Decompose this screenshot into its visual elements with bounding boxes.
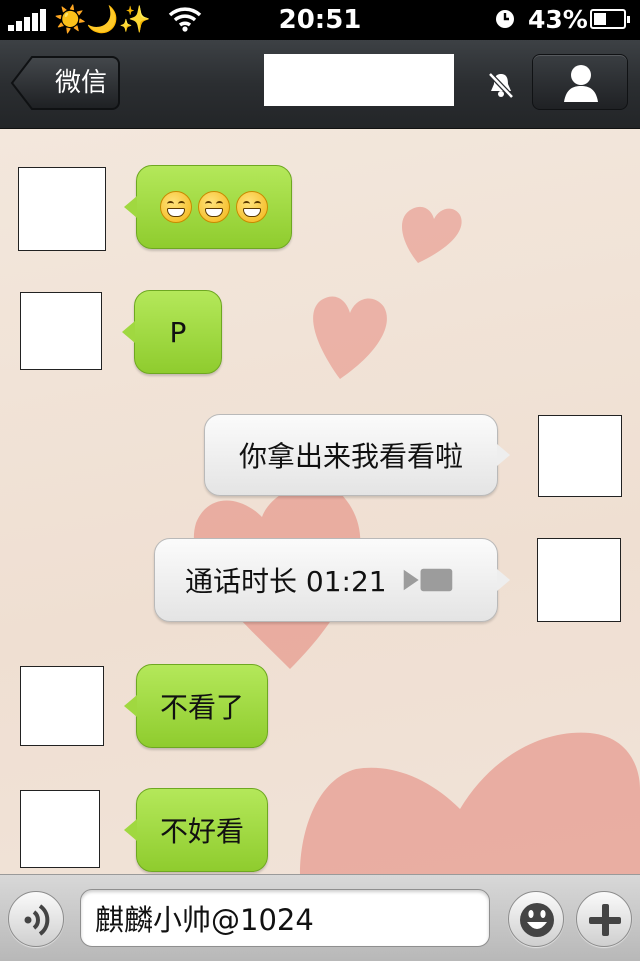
- nav-bar: 微信: [0, 40, 640, 129]
- more-button[interactable]: [576, 891, 632, 947]
- contact-avatar[interactable]: [20, 666, 104, 746]
- grinning-face-icon: [198, 191, 230, 223]
- message-text: 不看了: [159, 691, 244, 724]
- message-bubble[interactable]: P: [122, 290, 222, 374]
- profile-button[interactable]: [532, 54, 628, 110]
- back-button-label: 微信: [54, 68, 107, 98]
- chat-title-redacted: [264, 54, 454, 106]
- my-avatar[interactable]: [538, 415, 622, 497]
- chat-area[interactable]: P 你拿出来我看看啦 通话时长 01:21 不看了 不好看: [0, 129, 640, 874]
- message-bubble-outgoing[interactable]: 你拿出来我看看啦: [204, 414, 510, 496]
- video-call-icon: [403, 568, 452, 592]
- plus-icon: [589, 904, 621, 936]
- contact-avatar[interactable]: [20, 790, 100, 868]
- contact-avatar[interactable]: [18, 167, 106, 251]
- message-text: 不好看: [159, 815, 244, 848]
- smiley-icon: [520, 903, 554, 937]
- message-bubble[interactable]: 不好看: [124, 788, 268, 872]
- contact-avatar[interactable]: [20, 292, 102, 370]
- profile-icon: [564, 65, 598, 102]
- message-input[interactable]: [80, 889, 490, 947]
- input-bar: [0, 874, 640, 961]
- battery-icon: [590, 9, 630, 29]
- message-bubble[interactable]: 不看了: [124, 664, 268, 748]
- my-avatar[interactable]: [537, 538, 621, 622]
- message-text: P: [169, 315, 187, 349]
- grinning-face-icon: [160, 191, 192, 223]
- status-bar: ☀️🌙✨ 20:51 43%: [0, 0, 640, 40]
- voice-input-button[interactable]: [8, 891, 64, 947]
- call-record-bubble[interactable]: 通话时长 01:21: [154, 538, 510, 622]
- battery-percent: 43%: [528, 5, 588, 34]
- call-duration-text: 通话时长 01:21: [185, 565, 387, 598]
- mute-bell-icon: [488, 72, 514, 99]
- clock-lock-icon: [496, 10, 514, 28]
- voice-input-icon: [24, 904, 50, 936]
- message-bubble-emoji[interactable]: [124, 165, 292, 249]
- emoji-button[interactable]: [508, 891, 564, 947]
- grinning-face-icon: [236, 191, 268, 223]
- back-button[interactable]: 微信: [10, 56, 120, 110]
- message-text: 你拿出来我看看啦: [238, 440, 463, 473]
